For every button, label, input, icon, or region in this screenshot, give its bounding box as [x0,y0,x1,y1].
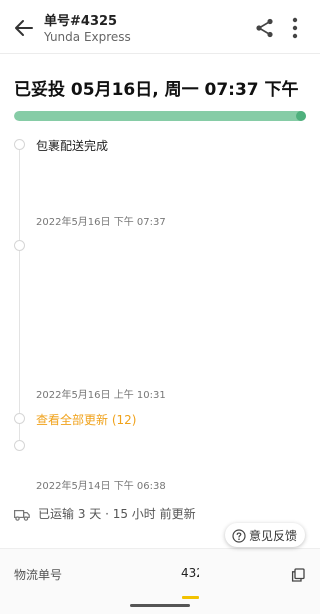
view-all-updates-link[interactable]: 查看全部更新 (12) [36,411,136,428]
tracking-number-underline [182,596,199,599]
event-time: 2022年5月16日 下午 07:37 [36,217,166,228]
more-options-icon[interactable] [285,14,305,42]
header-divider [0,53,320,54]
delivery-status-heading: 已妥投 05月16日, 周一 07:37 下午 [14,80,299,100]
event-time: 2022年5月14日 下午 06:38 [36,481,166,492]
progress-fill [14,111,306,121]
question-circle-icon [232,528,246,543]
tracking-number-label: 物流单号 [14,568,63,582]
copy-icon[interactable] [291,567,305,582]
progress-end-dot [296,111,306,121]
carrier-name: Yunda Express [44,30,131,44]
event-time: 2022年5月16日 上午 10:31 [36,390,166,401]
tracking-number-title: 单号#4325 [44,14,118,29]
event-description: 包裹配送完成 [36,139,109,153]
share-icon[interactable] [254,17,276,39]
timeline-dot [14,413,25,424]
tracking-number-value: 4325 [181,566,199,580]
app-header: 单号#4325 Yunda Express [0,0,320,54]
home-indicator [130,604,190,607]
feedback-label: 意见反馈 [249,529,298,543]
truck-icon [14,506,30,521]
timeline-dot [14,139,25,150]
back-arrow-icon[interactable] [10,14,38,42]
transit-duration: 已运输 3 天 · 15 小时 前更新 [38,507,196,521]
timeline-line [19,146,20,446]
feedback-button[interactable]: 意见反馈 [225,523,305,547]
timeline-dot [14,240,25,251]
timeline-dot [14,440,25,451]
delivery-progress-bar [14,111,306,121]
